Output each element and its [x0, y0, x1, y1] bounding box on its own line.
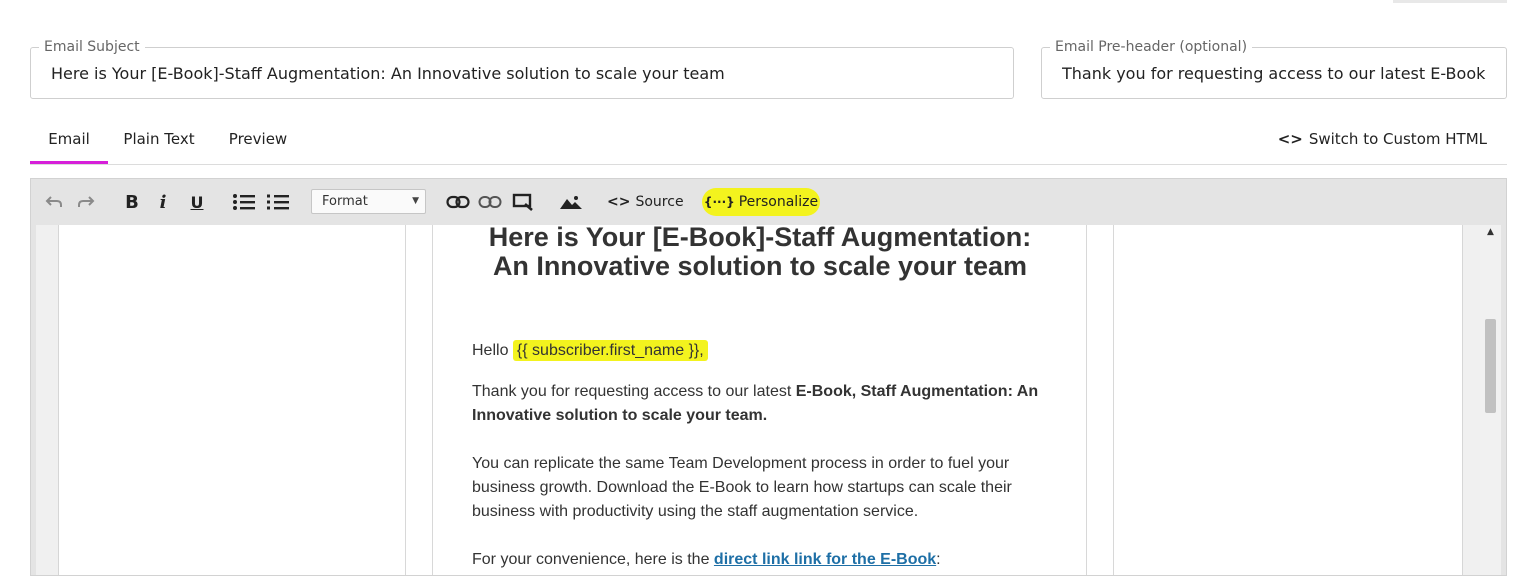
switch-to-custom-html-button[interactable]: <> Switch to Custom HTML [1278, 116, 1487, 162]
scrollbar-thumb[interactable] [1485, 319, 1496, 413]
paragraph-3-end: : [936, 551, 941, 568]
code-icon: <> [607, 194, 631, 210]
left-margin [36, 225, 59, 575]
source-label: Source [635, 194, 684, 210]
merge-tag-icon: {···} [703, 195, 735, 209]
top-right-button-edge [1393, 0, 1507, 3]
personalize-label: Personalize [738, 194, 819, 210]
ebook-direct-link[interactable]: direct link link for the E-Book [714, 551, 936, 568]
email-body[interactable]: Here is Your [E-Book]-Staff Augmentation… [440, 225, 1080, 575]
italic-icon[interactable]: i [155, 189, 171, 215]
switch-to-custom-html-label: Switch to Custom HTML [1308, 130, 1487, 148]
image-icon[interactable] [558, 189, 584, 215]
source-button[interactable]: <> Source [607, 189, 684, 215]
tab-plain-text[interactable]: Plain Text [114, 116, 204, 164]
greeting-paragraph: Hello {{ subscriber.first_name }}, [472, 339, 1072, 363]
email-preheader-field: Email Pre-header (optional) [1041, 39, 1507, 99]
personalize-button[interactable]: {···} Personalize [702, 188, 820, 216]
unlink-icon[interactable] [477, 189, 503, 215]
code-icon: <> [1277, 130, 1303, 148]
chevron-down-icon: ▼ [412, 196, 419, 206]
undo-icon[interactable] [43, 189, 65, 215]
paragraph-1-text: Thank you for requesting access to our l… [472, 383, 792, 400]
paragraph-3: For your convenience, here is the direct… [472, 548, 1072, 572]
email-preheader-input[interactable] [1042, 48, 1506, 98]
underline-icon[interactable]: U [188, 189, 206, 215]
email-heading: Here is Your [E-Book]-Staff Augmentation… [440, 225, 1080, 281]
paragraph-2: You can replicate the same Team Developm… [472, 455, 1012, 520]
format-dropdown-value: Format [322, 194, 368, 209]
left-gutter [405, 225, 433, 575]
paragraph-3-text: For your convenience, here is the [472, 551, 710, 568]
email-heading-line-1: Here is Your [E-Book]-Staff Augmentation… [488, 225, 1032, 252]
editor-canvas[interactable]: Here is Your [E-Book]-Staff Augmentation… [36, 225, 1485, 575]
bulleted-list-icon[interactable] [231, 189, 257, 215]
merge-tag-first-name[interactable]: {{ subscriber.first_name }}, [512, 340, 708, 361]
format-dropdown[interactable]: Format ▼ [311, 189, 426, 214]
scroll-up-arrow-icon[interactable]: ▲ [1480, 227, 1501, 237]
greeting-text: Hello [472, 342, 509, 359]
email-subject-field: Email Subject [30, 39, 1014, 99]
editor-tabs: Email Plain Text Preview <> Switch to Cus… [30, 116, 1507, 165]
tab-email[interactable]: Email [30, 116, 108, 164]
bold-icon[interactable]: B [121, 189, 143, 215]
link-icon[interactable] [445, 189, 471, 215]
right-gutter [1086, 225, 1114, 575]
vertical-scrollbar[interactable]: ▲ [1480, 225, 1501, 575]
email-heading-line-2: An Innovative solution to scale your tea… [492, 251, 1028, 281]
numbered-list-icon[interactable] [265, 189, 291, 215]
editor-toolbar: B i U Format ▼ <> Source {···} Personalize [31, 179, 1506, 225]
redo-icon[interactable] [75, 189, 97, 215]
email-subject-input[interactable] [31, 48, 1013, 98]
paragraph-1: Thank you for requesting access to our l… [472, 380, 1072, 428]
tab-preview[interactable]: Preview [220, 116, 296, 164]
anchor-icon[interactable] [511, 189, 535, 215]
rich-text-editor: B i U Format ▼ <> Source {···} Personalize [30, 178, 1507, 576]
